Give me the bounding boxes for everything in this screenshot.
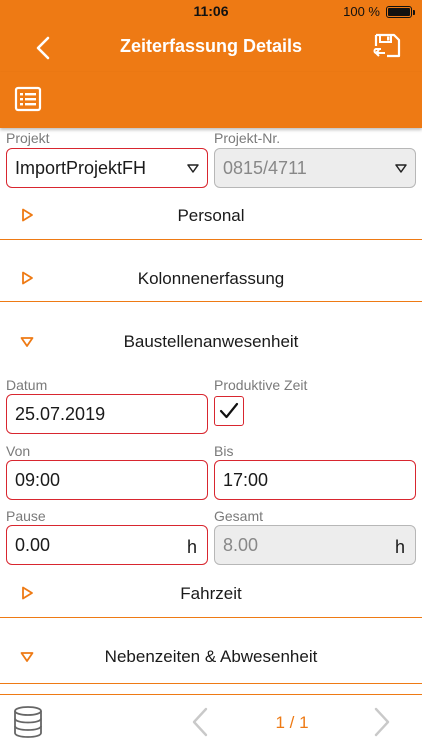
battery-percentage: 100 % [343, 4, 380, 19]
save-undo-icon[interactable] [372, 32, 402, 62]
battery-icon [386, 6, 415, 18]
gesamt-label: Gesamt [214, 508, 264, 524]
projekt-select[interactable]: ImportProjektFH [6, 148, 208, 188]
dropdown-caret-icon [395, 164, 407, 173]
toolbar [0, 72, 422, 128]
produktive-zeit-checkbox[interactable] [214, 396, 244, 426]
datum-label: Datum [6, 377, 48, 393]
page-indicator: 1 / 1 [275, 713, 309, 732]
projekt-nr-value: 0815/4711 [223, 158, 307, 178]
page-title: Zeiterfassung Details [119, 36, 303, 56]
section-title-personal: Personal [177, 206, 245, 225]
datum-field[interactable]: 25.07.2019 [6, 394, 208, 434]
bottom-bar: 1 / 1 [0, 694, 422, 750]
section-personal[interactable]: Personal [0, 186, 422, 240]
section-title-baustelle: Baustellenanwesenheit [123, 332, 299, 351]
next-page-chevron-icon[interactable] [372, 707, 392, 737]
von-value: 09:00 [15, 470, 61, 490]
datum-value: 25.07.2019 [15, 404, 106, 424]
bis-label: Bis [214, 443, 234, 459]
von-label: Von [6, 443, 31, 459]
gesamt-value: 8.00 [223, 535, 259, 555]
section-baustellenanwesenheit[interactable]: Baustellenanwesenheit [0, 302, 422, 368]
section-nebenzeiten[interactable]: Nebenzeiten & Abwesenheit [0, 618, 422, 684]
projekt-value: ImportProjektFH [15, 158, 147, 178]
section-kolonnenerfassung[interactable]: Kolonnenerfassung [0, 240, 422, 302]
gesamt-field: 8.00 h [214, 525, 416, 565]
dropdown-caret-icon [187, 164, 199, 173]
status-bar: 11:06 100 % [0, 0, 422, 22]
section-title-kolonne: Kolonnenerfassung [137, 269, 285, 288]
bis-field[interactable]: 17:00 [214, 460, 416, 500]
gesamt-unit: h [394, 537, 405, 557]
bis-value: 17:00 [223, 470, 269, 490]
checkmark-icon [219, 402, 239, 419]
nav-bar: Zeiterfassung Details [0, 22, 422, 72]
produktive-zeit-label: Produktive Zeit [214, 377, 308, 393]
previous-page-chevron-icon[interactable] [190, 707, 210, 737]
pause-unit: h [186, 537, 197, 557]
pause-field[interactable]: 0.00 h [6, 525, 208, 565]
list-icon[interactable] [14, 85, 42, 113]
von-field[interactable]: 09:00 [6, 460, 208, 500]
pause-value: 0.00 [15, 535, 51, 555]
section-title-fahrzeit: Fahrzeit [180, 584, 242, 603]
section-title-nebenzeiten: Nebenzeiten & Abwesenheit [104, 647, 318, 666]
section-fahrzeit[interactable]: Fahrzeit [0, 568, 422, 618]
projekt-label: Projekt [6, 130, 50, 146]
projekt-nr-select: 0815/4711 [214, 148, 416, 188]
database-icon[interactable] [12, 705, 44, 739]
projekt-nr-label: Projekt-Nr. [214, 130, 281, 146]
pause-label: Pause [6, 508, 46, 524]
